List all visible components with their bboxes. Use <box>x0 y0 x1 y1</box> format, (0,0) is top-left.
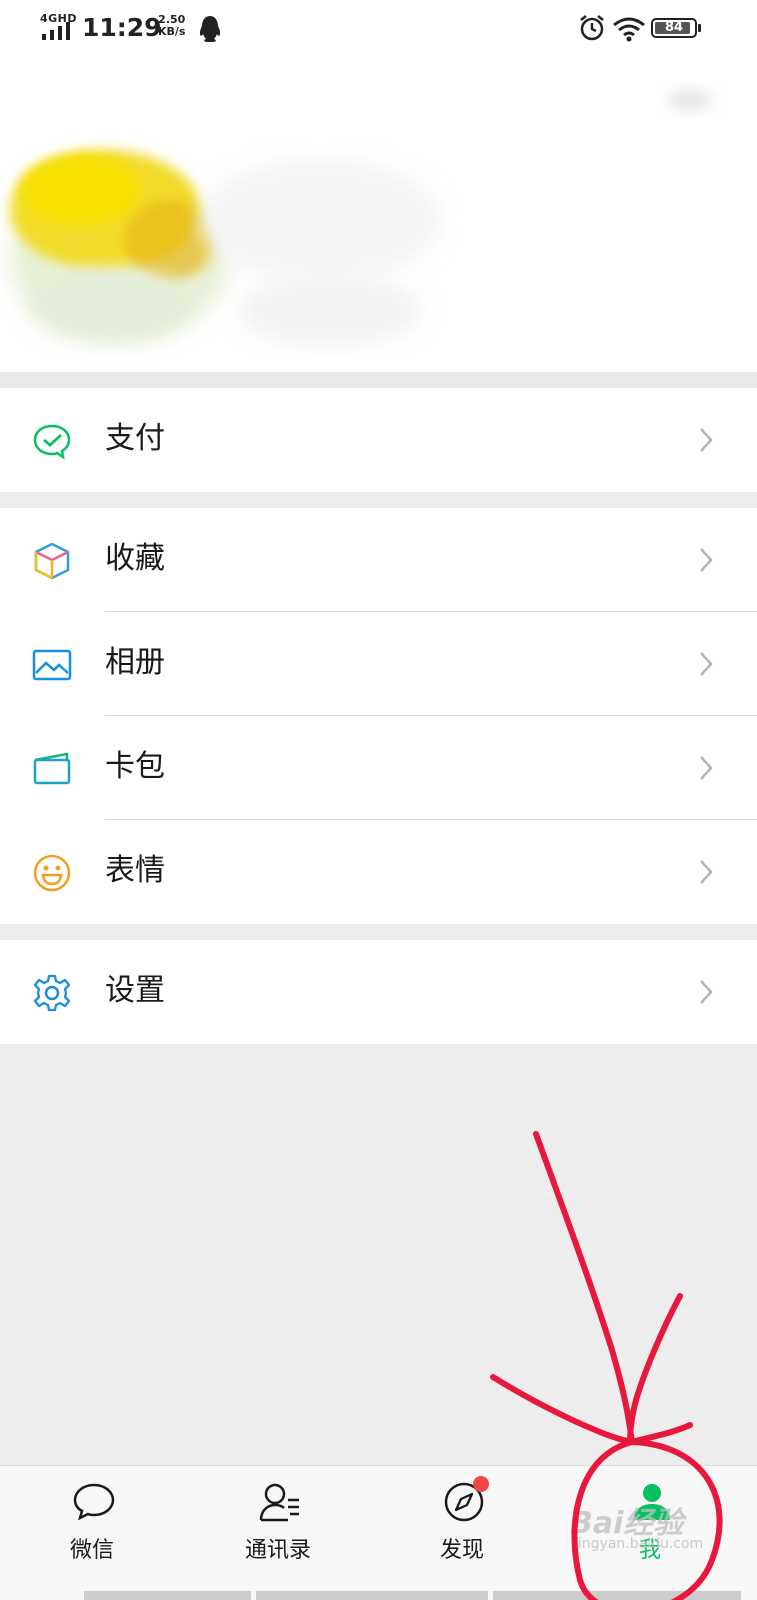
network-speed: 2.50 KB/s <box>158 14 185 38</box>
chevron-right-icon <box>700 860 713 884</box>
profile-header[interactable] <box>0 60 757 372</box>
menu-item-label: 收藏 <box>105 541 165 576</box>
profile-obscured-scribble <box>10 88 712 345</box>
menu-item-card-wallet[interactable]: 卡包 <box>0 716 757 820</box>
tab-chats[interactable]: 微信 <box>17 1466 167 1586</box>
battery-icon: 84 <box>651 18 697 38</box>
tab-discover[interactable]: 发现 <box>387 1466 537 1586</box>
status-bar: 4GHD 11:29 2.50 KB/s 84 <box>0 0 757 60</box>
menu-item-pay[interactable]: 支付 <box>0 388 757 492</box>
discover-badge <box>473 1476 489 1492</box>
chat-icon <box>73 1483 115 1521</box>
home-indicator-segment <box>256 1591 488 1600</box>
tab-label: 微信 <box>69 1538 114 1563</box>
tab-label: 通讯录 <box>244 1538 311 1563</box>
wifi-icon <box>613 17 645 42</box>
home-indicator-segment <box>84 1591 251 1600</box>
tab-label: 发现 <box>439 1538 484 1563</box>
speed-unit: KB/s <box>158 25 186 38</box>
menu-item-label: 表情 <box>105 853 165 888</box>
profile-divider <box>0 372 757 388</box>
battery-percent: 84 <box>664 20 684 35</box>
battery-cap <box>698 24 701 32</box>
chevron-right-icon <box>700 652 713 676</box>
menu-group-settings: 设置 <box>0 940 757 1044</box>
contacts-icon <box>259 1483 299 1522</box>
chevron-right-icon <box>700 428 713 452</box>
chevron-right-icon <box>700 756 713 780</box>
menu-item-label: 相册 <box>105 645 165 680</box>
watermark-sub: jingyan.baidu.com <box>574 1536 704 1552</box>
favorites-icon <box>34 542 70 580</box>
chevron-right-icon <box>700 980 713 1004</box>
settings-icon <box>33 974 71 1012</box>
menu-item-stickers[interactable]: 表情 <box>0 820 757 924</box>
menu-item-label: 支付 <box>105 421 165 456</box>
pay-icon <box>33 424 71 460</box>
clock: 11:29 <box>82 13 162 42</box>
menu-item-label: 卡包 <box>105 749 165 784</box>
tab-contacts[interactable]: 通讯录 <box>203 1466 353 1586</box>
alarm-icon <box>580 15 604 41</box>
album-icon <box>32 649 72 681</box>
menu-group-pay: 支付 <box>0 388 757 492</box>
menu-item-settings[interactable]: 设置 <box>0 940 757 1044</box>
qq-icon <box>199 16 221 42</box>
sticker-icon <box>33 854 71 892</box>
chevron-right-icon <box>700 548 713 572</box>
network-type: 4GHD <box>40 12 78 25</box>
menu-item-label: 设置 <box>105 973 165 1008</box>
menu-item-album[interactable]: 相册 <box>0 612 757 716</box>
menu-group-main: 收藏 相册 卡包 表情 <box>0 508 757 924</box>
home-indicator-segment <box>493 1591 741 1600</box>
card-wallet-icon <box>33 752 71 785</box>
menu-item-favorites[interactable]: 收藏 <box>0 508 757 612</box>
